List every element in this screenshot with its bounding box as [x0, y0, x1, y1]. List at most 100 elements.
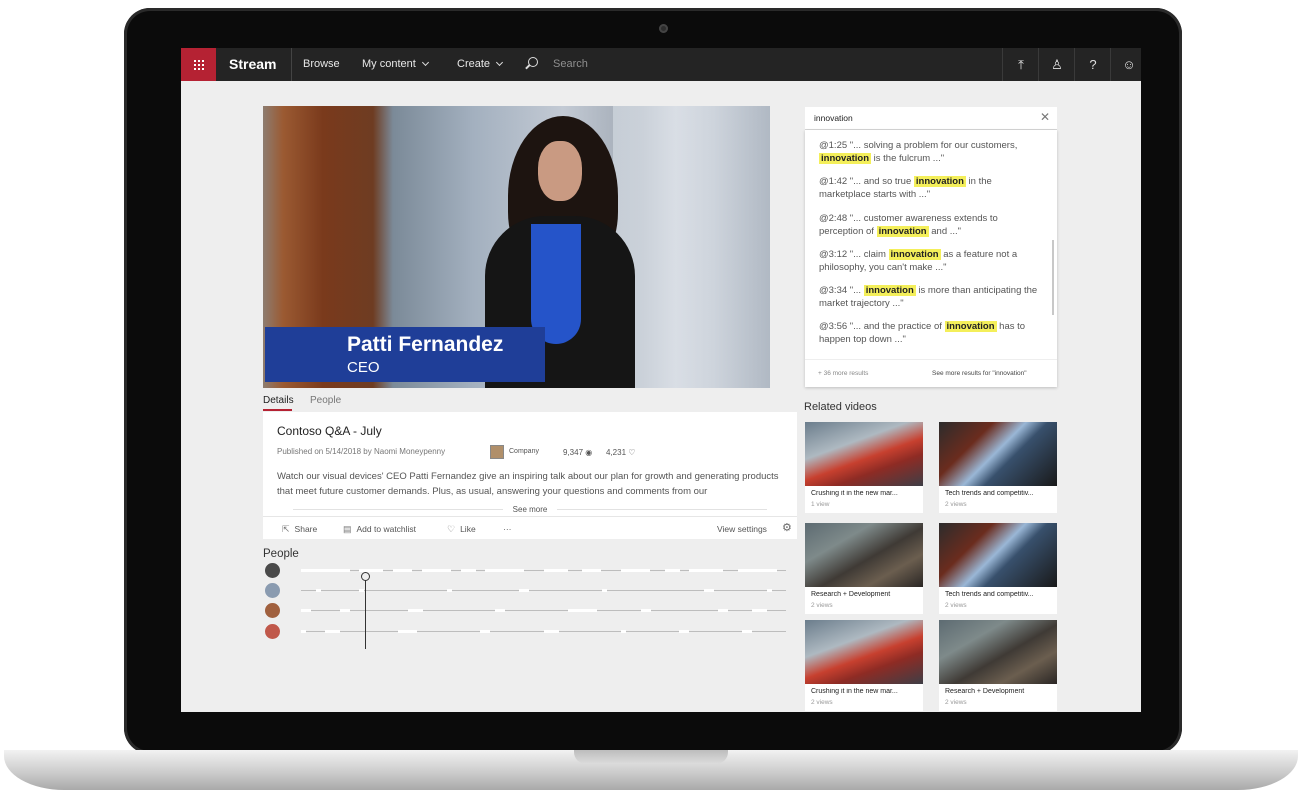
appearance-segment[interactable] [495, 609, 505, 612]
transcript-result[interactable]: @1:42 "... and so true innovation in the… [819, 176, 1044, 201]
appearance-segment[interactable] [742, 630, 752, 633]
close-icon[interactable]: ✕ [1040, 110, 1050, 124]
upload-icon[interactable]: ⤒ [1002, 48, 1039, 81]
like-button[interactable]: ♡ Like [447, 524, 476, 535]
appearance-segment[interactable] [767, 589, 772, 592]
person-avatar[interactable] [265, 583, 280, 598]
help-icon[interactable]: ? [1074, 48, 1111, 81]
related-video-title[interactable]: Tech trends and competitiv... [945, 490, 1053, 497]
related-video-card[interactable]: Tech trends and competitiv... 2 views [939, 422, 1057, 513]
person-icon[interactable]: ♙ [1038, 48, 1075, 81]
add-to-watchlist-button[interactable]: ▤ Add to watchlist [343, 524, 416, 535]
appearance-segment[interactable] [641, 609, 651, 612]
transcript-search[interactable]: innovation ✕ [805, 107, 1057, 130]
appearance-segment[interactable] [340, 609, 350, 612]
appearance-segment[interactable] [621, 569, 650, 572]
search-input[interactable]: Search [553, 58, 588, 70]
company-group-link[interactable]: Company [509, 448, 539, 455]
related-video-card[interactable]: Crushing it in the new mar... 1 view [805, 422, 923, 513]
video-thumbnail[interactable] [939, 523, 1057, 587]
appearance-segment[interactable] [544, 569, 568, 572]
transcript-search-input[interactable]: innovation [814, 113, 853, 123]
appearance-segment[interactable] [301, 609, 311, 612]
nav-browse[interactable]: Browse [303, 58, 340, 70]
search-icon[interactable] [528, 57, 538, 67]
video-thumbnail[interactable] [805, 422, 923, 486]
appearance-segment[interactable] [461, 569, 476, 572]
appearance-segment[interactable] [621, 630, 626, 633]
related-video-title[interactable]: Research + Development [811, 591, 919, 598]
timeline-playhead-handle[interactable] [361, 572, 370, 581]
appearance-segment[interactable] [602, 589, 607, 592]
appearance-segment[interactable] [679, 630, 689, 633]
view-settings-link[interactable]: View settings [717, 524, 767, 534]
appearance-segment[interactable] [316, 589, 321, 592]
timeline-playhead[interactable] [365, 574, 366, 649]
appearance-segment[interactable] [485, 569, 524, 572]
gear-icon[interactable]: ⚙ [782, 521, 792, 534]
person-appearance-track[interactable] [301, 609, 786, 612]
appearance-segment[interactable] [359, 589, 364, 592]
see-more-link[interactable]: See more [263, 505, 797, 514]
top-bar: Stream Browse My content Create Search ⤒… [181, 48, 1141, 81]
appearance-segment[interactable] [544, 630, 559, 633]
related-video-card[interactable]: Tech trends and competitiv... 2 views [939, 523, 1057, 614]
appearance-segment[interactable] [422, 569, 451, 572]
tab-people[interactable]: People [310, 395, 341, 406]
appearance-segment[interactable] [704, 589, 714, 592]
person-appearance-track[interactable] [301, 630, 786, 633]
app-name[interactable]: Stream [229, 56, 276, 72]
related-video-title[interactable]: Research + Development [945, 688, 1053, 695]
appearance-segment[interactable] [718, 609, 728, 612]
appearance-segment[interactable] [582, 569, 601, 572]
appearance-segment[interactable] [738, 569, 777, 572]
appearance-segment[interactable] [301, 569, 350, 572]
transcript-result[interactable]: @3:12 "... claim innovation as a feature… [819, 249, 1044, 274]
video-thumbnail[interactable] [805, 620, 923, 684]
appearance-segment[interactable] [301, 630, 306, 633]
appearance-segment[interactable] [665, 569, 680, 572]
transcript-result[interactable]: @2:48 "... customer awareness extends to… [819, 213, 1044, 238]
nav-create[interactable]: Create [457, 58, 504, 70]
heart-icon: ♡ [628, 448, 636, 457]
video-thumbnail[interactable] [805, 523, 923, 587]
related-video-card[interactable]: Crushing it in the new mar... 2 views [805, 620, 923, 711]
related-video-title[interactable]: Crushing it in the new mar... [811, 490, 919, 497]
nav-my-content[interactable]: My content [362, 58, 429, 70]
transcript-result[interactable]: @3:34 "... innovation is more than antic… [819, 285, 1044, 310]
related-video-card[interactable]: Research + Development 2 views [939, 620, 1057, 711]
appearance-segment[interactable] [480, 630, 490, 633]
video-thumbnail[interactable] [939, 620, 1057, 684]
appearance-segment[interactable] [408, 609, 423, 612]
transcript-result[interactable]: @1:25 "... solving a problem for our cus… [819, 140, 1044, 165]
appearance-segment[interactable] [752, 609, 767, 612]
app-launcher-button[interactable] [181, 48, 216, 81]
see-more-results-link[interactable]: See more results for "innovation" [932, 370, 1027, 377]
person-avatar[interactable] [265, 563, 280, 578]
share-label: Share [294, 524, 318, 534]
share-button[interactable]: ⇱ Share [282, 524, 317, 535]
more-options-button[interactable]: ··· [503, 524, 512, 534]
result-highlight: innovation [876, 225, 929, 237]
appearance-segment[interactable] [393, 569, 412, 572]
person-avatar[interactable] [265, 624, 280, 639]
feedback-smiley-icon[interactable]: ☺ [1110, 48, 1141, 81]
related-video-card[interactable]: Research + Development 2 views [805, 523, 923, 614]
appearance-segment[interactable] [568, 609, 597, 612]
appearance-segment[interactable] [519, 589, 529, 592]
related-video-title[interactable]: Crushing it in the new mar... [811, 688, 919, 695]
person-appearance-track[interactable] [301, 589, 786, 592]
person-appearance-track[interactable] [301, 569, 786, 572]
appearance-segment[interactable] [447, 589, 452, 592]
tab-details[interactable]: Details [263, 395, 294, 411]
related-video-title[interactable]: Tech trends and competitiv... [945, 591, 1053, 598]
appearance-segment[interactable] [689, 569, 723, 572]
transcript-result[interactable]: @3:56 "... and the practice of innovatio… [819, 321, 1044, 346]
appearance-segment[interactable] [325, 630, 340, 633]
results-scrollbar[interactable] [1052, 240, 1054, 315]
person-avatar[interactable] [265, 603, 280, 618]
video-thumbnail[interactable] [939, 422, 1057, 486]
video-player[interactable]: Patti Fernandez CEO [263, 106, 770, 388]
related-video-views: 2 views [811, 602, 833, 609]
appearance-segment[interactable] [398, 630, 417, 633]
